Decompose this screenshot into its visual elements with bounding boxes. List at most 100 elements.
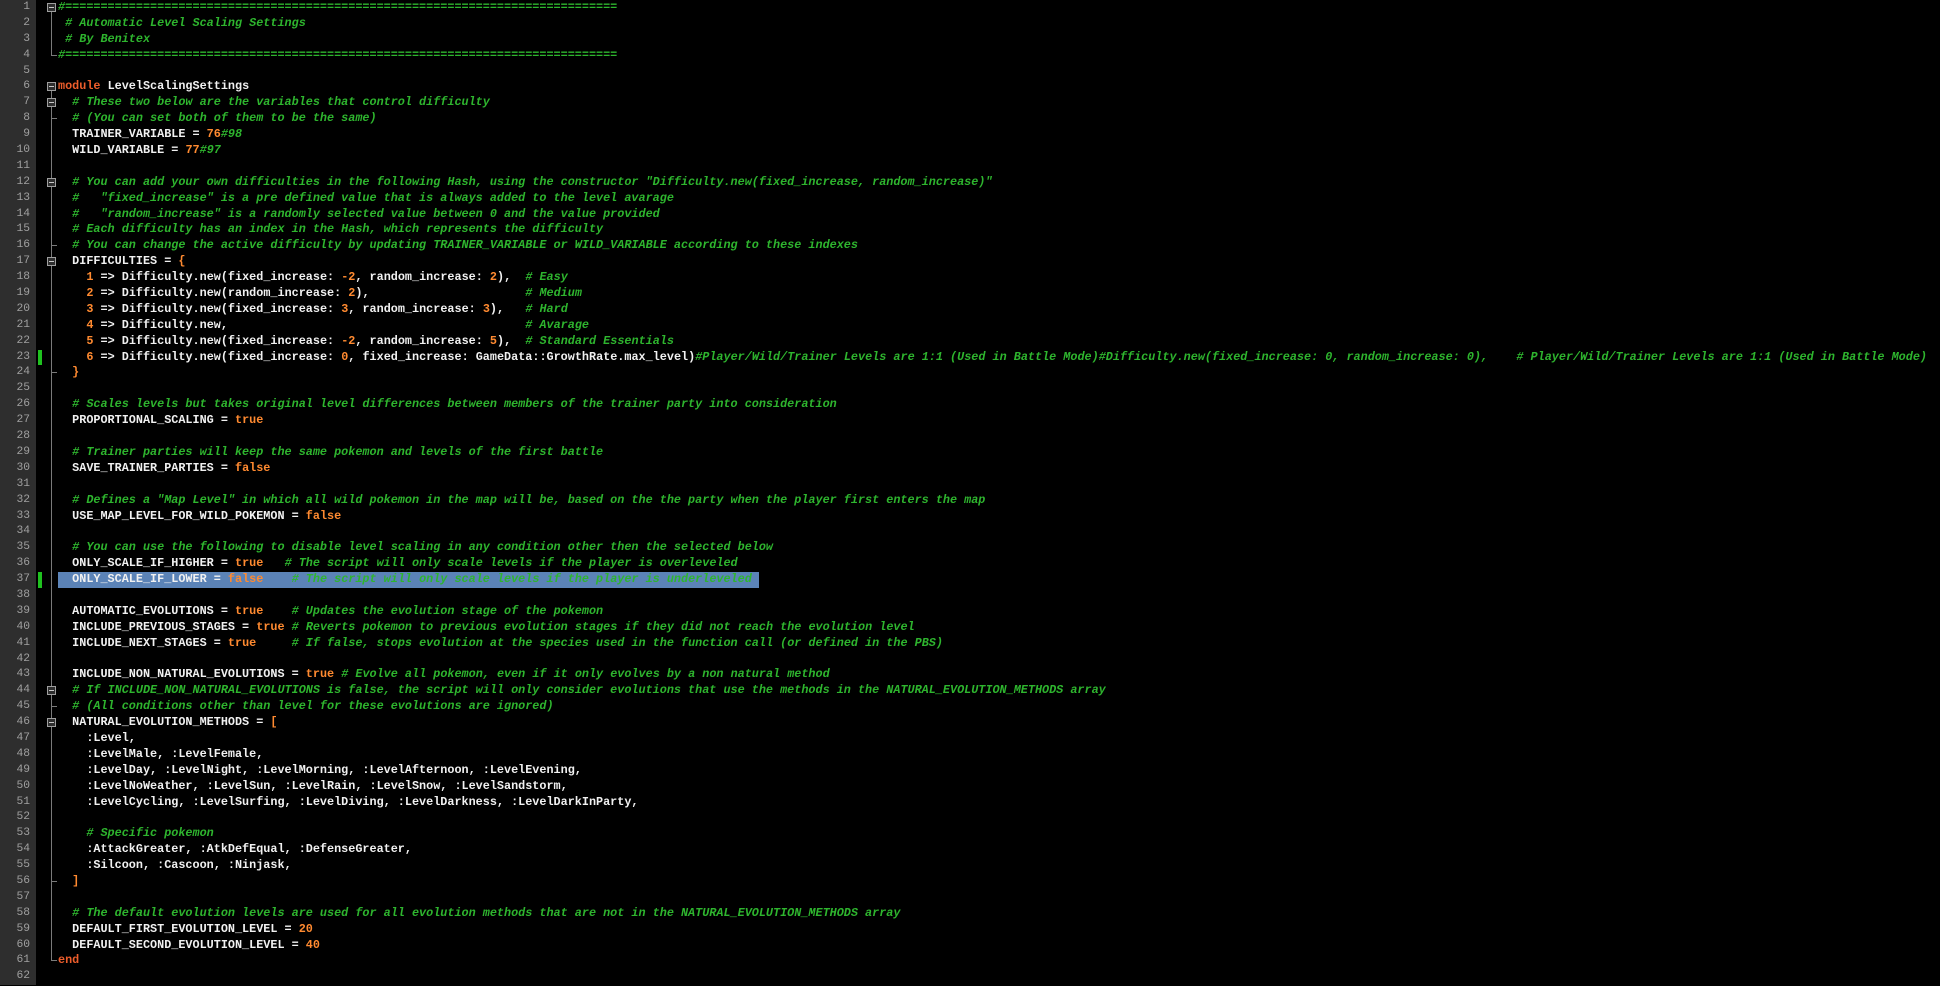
line-number[interactable]: 11 (0, 159, 36, 175)
code-line[interactable]: 15 # Each difficulty has an index in the… (0, 222, 1940, 238)
code-line[interactable]: 10 WILD_VARIABLE = 77#97 (0, 143, 1940, 159)
code-line[interactable]: 26 # Scales levels but takes original le… (0, 397, 1940, 413)
line-number[interactable]: 7 (0, 95, 36, 111)
fold-collapse-icon[interactable] (45, 175, 58, 191)
fold-collapse-icon[interactable] (45, 79, 58, 95)
code-line[interactable]: 50 :LevelNoWeather, :LevelSun, :LevelRai… (0, 779, 1940, 795)
code-line[interactable]: 24 } (0, 365, 1940, 381)
line-number[interactable]: 34 (0, 524, 36, 540)
line-number[interactable]: 54 (0, 842, 36, 858)
code-line[interactable]: 35 # You can use the following to disabl… (0, 540, 1940, 556)
line-number[interactable]: 17 (0, 254, 36, 270)
code-line[interactable]: 44 # If INCLUDE_NON_NATURAL_EVOLUTIONS i… (0, 683, 1940, 699)
code-line[interactable]: 51 :LevelCycling, :LevelSurfing, :LevelD… (0, 795, 1940, 811)
code-line[interactable]: 59 DEFAULT_FIRST_EVOLUTION_LEVEL = 20 (0, 922, 1940, 938)
line-number[interactable]: 27 (0, 413, 36, 429)
line-number[interactable]: 31 (0, 477, 36, 493)
code-line[interactable]: 4#======================================… (0, 48, 1940, 64)
line-number[interactable]: 44 (0, 683, 36, 699)
line-number[interactable]: 2 (0, 16, 36, 32)
line-number[interactable]: 15 (0, 222, 36, 238)
line-number[interactable]: 6 (0, 79, 36, 95)
line-number[interactable]: 4 (0, 48, 36, 64)
code-line[interactable]: 12 # You can add your own difficulties i… (0, 175, 1940, 191)
line-number[interactable]: 3 (0, 32, 36, 48)
code-line[interactable]: 52 (0, 810, 1940, 826)
fold-collapse-icon[interactable] (45, 254, 58, 270)
code-line[interactable]: 28 (0, 429, 1940, 445)
line-number[interactable]: 35 (0, 540, 36, 556)
line-number[interactable]: 43 (0, 667, 36, 683)
code-line[interactable]: 60 DEFAULT_SECOND_EVOLUTION_LEVEL = 40 (0, 938, 1940, 954)
code-line[interactable]: 38 (0, 588, 1940, 604)
code-line[interactable]: 33 USE_MAP_LEVEL_FOR_WILD_POKEMON = fals… (0, 509, 1940, 525)
code-line[interactable]: 40 INCLUDE_PREVIOUS_STAGES = true # Reve… (0, 620, 1940, 636)
code-line[interactable]: 17 DIFFICULTIES = { (0, 254, 1940, 270)
line-number[interactable]: 50 (0, 779, 36, 795)
code-line[interactable]: 1#======================================… (0, 0, 1940, 16)
line-number[interactable]: 29 (0, 445, 36, 461)
code-line[interactable]: 30 SAVE_TRAINER_PARTIES = false (0, 461, 1940, 477)
line-number[interactable]: 18 (0, 270, 36, 286)
line-number[interactable]: 16 (0, 238, 36, 254)
line-number[interactable]: 41 (0, 636, 36, 652)
line-number[interactable]: 62 (0, 969, 36, 985)
line-number[interactable]: 21 (0, 318, 36, 334)
fold-collapse-icon[interactable] (45, 95, 58, 111)
code-line[interactable]: 55 :Silcoon, :Cascoon, :Ninjask, (0, 858, 1940, 874)
code-line[interactable]: 32 # Defines a "Map Level" in which all … (0, 493, 1940, 509)
line-number[interactable]: 19 (0, 286, 36, 302)
code-editor[interactable]: 1#======================================… (0, 0, 1940, 986)
line-number[interactable]: 42 (0, 652, 36, 668)
line-number[interactable]: 14 (0, 207, 36, 223)
line-number[interactable]: 46 (0, 715, 36, 731)
code-line[interactable]: 13 # "fixed_increase" is a pre defined v… (0, 191, 1940, 207)
line-number[interactable]: 28 (0, 429, 36, 445)
line-number[interactable]: 1 (0, 0, 36, 16)
code-line[interactable]: 9 TRAINER_VARIABLE = 76#98 (0, 127, 1940, 143)
line-number[interactable]: 48 (0, 747, 36, 763)
code-line[interactable]: 8 # (You can set both of them to be the … (0, 111, 1940, 127)
code-line[interactable]: 22 5 => Difficulty.new(fixed_increase: -… (0, 334, 1940, 350)
code-line[interactable]: 39 AUTOMATIC_EVOLUTIONS = true # Updates… (0, 604, 1940, 620)
line-number[interactable]: 56 (0, 874, 36, 890)
code-line[interactable]: 62 (0, 969, 1940, 985)
code-line[interactable]: 43 INCLUDE_NON_NATURAL_EVOLUTIONS = true… (0, 667, 1940, 683)
code-line[interactable]: 47 :Level, (0, 731, 1940, 747)
code-line[interactable]: 53 # Specific pokemon (0, 826, 1940, 842)
line-number[interactable]: 8 (0, 111, 36, 127)
code-line[interactable]: 45 # (All conditions other than level fo… (0, 699, 1940, 715)
line-number[interactable]: 37 (0, 572, 36, 588)
line-number[interactable]: 13 (0, 191, 36, 207)
code-line[interactable]: 58 # The default evolution levels are us… (0, 906, 1940, 922)
line-number[interactable]: 55 (0, 858, 36, 874)
code-line[interactable]: 16 # You can change the active difficult… (0, 238, 1940, 254)
line-number[interactable]: 12 (0, 175, 36, 191)
code-line[interactable]: 25 (0, 381, 1940, 397)
code-line[interactable]: 19 2 => Difficulty.new(random_increase: … (0, 286, 1940, 302)
line-number[interactable]: 25 (0, 381, 36, 397)
code-line[interactable]: 34 (0, 524, 1940, 540)
fold-collapse-icon[interactable] (45, 0, 58, 16)
line-number[interactable]: 40 (0, 620, 36, 636)
code-line[interactable]: 36 ONLY_SCALE_IF_HIGHER = true # The scr… (0, 556, 1940, 572)
code-line[interactable]: 14 # "random_increase" is a randomly sel… (0, 207, 1940, 223)
line-number[interactable]: 53 (0, 826, 36, 842)
line-number[interactable]: 58 (0, 906, 36, 922)
line-number[interactable]: 33 (0, 509, 36, 525)
line-number[interactable]: 22 (0, 334, 36, 350)
code-line[interactable]: 61end (0, 953, 1940, 969)
line-number[interactable]: 23 (0, 350, 36, 366)
code-line[interactable]: 29 # Trainer parties will keep the same … (0, 445, 1940, 461)
fold-collapse-icon[interactable] (45, 715, 58, 731)
line-number[interactable]: 59 (0, 922, 36, 938)
code-line[interactable]: 56 ] (0, 874, 1940, 890)
code-line[interactable]: 27 PROPORTIONAL_SCALING = true (0, 413, 1940, 429)
line-number[interactable]: 38 (0, 588, 36, 604)
code-line[interactable]: 46 NATURAL_EVOLUTION_METHODS = [ (0, 715, 1940, 731)
code-line[interactable]: 2 # Automatic Level Scaling Settings (0, 16, 1940, 32)
line-number[interactable]: 39 (0, 604, 36, 620)
code-line[interactable]: 49 :LevelDay, :LevelNight, :LevelMorning… (0, 763, 1940, 779)
code-line[interactable]: 6module LevelScalingSettings (0, 79, 1940, 95)
line-number[interactable]: 10 (0, 143, 36, 159)
